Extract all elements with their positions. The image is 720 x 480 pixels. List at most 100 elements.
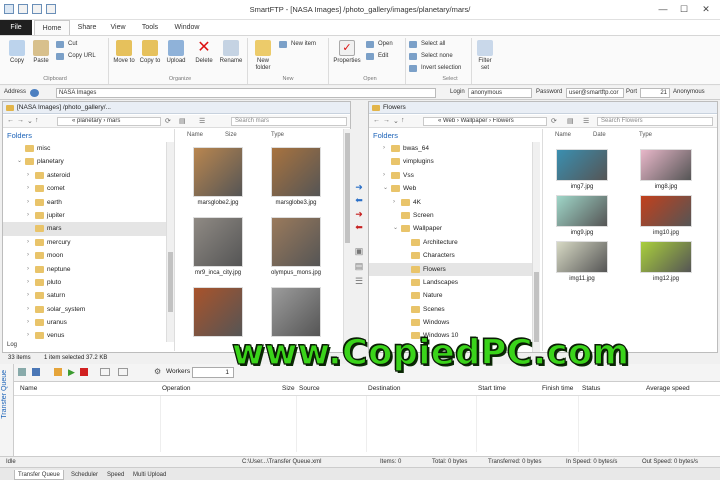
tree-expander-icon[interactable]: ⌄: [17, 155, 22, 168]
tree-item[interactable]: › moon: [3, 249, 171, 262]
maximize-icon[interactable]: ☐: [677, 2, 691, 16]
tree-item[interactable]: › uranus: [3, 316, 171, 329]
save-icon[interactable]: [32, 368, 40, 376]
tab-tools[interactable]: Tools: [134, 20, 166, 35]
settings-icon[interactable]: [118, 368, 128, 376]
tree-item[interactable]: › saturn: [3, 289, 171, 302]
remote-path-input[interactable]: « planetary › mars: [57, 117, 161, 126]
tree-expander-icon[interactable]: ›: [27, 329, 29, 342]
queue-col-finish-time[interactable]: Finish time: [542, 385, 573, 392]
refresh-icon[interactable]: ⟳: [165, 117, 171, 125]
queue-col-name[interactable]: Name: [20, 385, 37, 392]
view-options-icon[interactable]: ☰: [583, 117, 589, 125]
file-thumbnail[interactable]: mr9_inca_city.jpg: [181, 217, 255, 277]
tree-item[interactable]: › 4K: [369, 196, 537, 209]
address-input[interactable]: NASA Images: [56, 88, 436, 98]
tree-item[interactable]: Architecture: [369, 236, 537, 249]
tree-item[interactable]: Screen: [369, 209, 537, 222]
file-thumbnail[interactable]: [181, 287, 255, 339]
transfer-right-arrow-icon[interactable]: ➜: [353, 183, 365, 192]
transfer-left-arrow-icon[interactable]: ⬅: [353, 196, 365, 205]
tree-scrollbar[interactable]: [532, 142, 540, 352]
start-icon[interactable]: ▶: [68, 367, 75, 378]
tree-item[interactable]: › mercury: [3, 236, 171, 249]
file-thumbnail[interactable]: marsglobe2.jpg: [181, 147, 255, 207]
properties-button[interactable]: ✓ Properties: [331, 40, 363, 65]
mode-select[interactable]: Anonymous: [673, 89, 705, 95]
transfer-right-red-icon[interactable]: ➜: [353, 210, 365, 219]
schedule-icon[interactable]: [100, 368, 110, 376]
remote-search-input[interactable]: Search mars: [231, 117, 347, 126]
copy-url-button[interactable]: Copy URL: [56, 51, 96, 61]
file-thumbnail[interactable]: olympus_mons.jpg: [259, 217, 333, 277]
tree-item[interactable]: › bwas_64: [369, 142, 537, 155]
tree-expander-icon[interactable]: ›: [383, 142, 385, 155]
queue-menu-icon[interactable]: [18, 368, 26, 376]
tree-item[interactable]: › asteroid: [3, 169, 171, 182]
column-header[interactable]: Type: [271, 132, 284, 138]
tree-item[interactable]: misc: [3, 142, 171, 155]
file-scrollbar[interactable]: [343, 129, 351, 351]
up-arrow-icon[interactable]: ↑: [35, 117, 39, 124]
forward-arrow-icon[interactable]: →: [383, 117, 390, 124]
tab-view[interactable]: View: [104, 20, 132, 35]
tree-item[interactable]: vimplugins: [369, 155, 537, 168]
tree-expander-icon[interactable]: ›: [27, 209, 29, 222]
column-header[interactable]: Size: [225, 132, 237, 138]
login-input[interactable]: anonymous: [468, 88, 532, 98]
tree-expander-icon[interactable]: ›: [27, 316, 29, 329]
up-arrow-icon[interactable]: ↑: [401, 117, 405, 124]
column-header[interactable]: Name: [555, 132, 571, 138]
tree-item[interactable]: Characters: [369, 249, 537, 262]
tree-item[interactable]: ⌄ Web: [369, 182, 537, 195]
tree-item[interactable]: ⌄ planetary: [3, 155, 171, 168]
sync-icon[interactable]: ☰: [353, 277, 365, 286]
compare-icon[interactable]: ▤: [353, 262, 365, 271]
select-all-button[interactable]: Select all: [409, 39, 445, 49]
paste-button[interactable]: Paste: [30, 40, 52, 65]
tab-share[interactable]: Share: [72, 20, 102, 35]
close-icon[interactable]: ✕: [699, 2, 713, 16]
tab-speed[interactable]: Speed: [104, 470, 127, 480]
tree-item[interactable]: ⌄ Wallpaper: [369, 222, 537, 235]
view-options-icon[interactable]: ☰: [199, 117, 205, 125]
workers-input[interactable]: 1: [192, 367, 234, 378]
copy-button[interactable]: Copy: [6, 40, 28, 65]
column-header[interactable]: Date: [593, 132, 606, 138]
local-path-input[interactable]: « Web › Wallpaper › Flowers: [423, 117, 547, 126]
chevron-down-icon[interactable]: ⌄: [393, 117, 399, 125]
stop-icon[interactable]: [80, 368, 88, 376]
tab-file[interactable]: File: [0, 20, 32, 35]
filter-set-button[interactable]: Filter set: [474, 40, 496, 72]
tab-home[interactable]: Home: [34, 20, 70, 35]
new-item-button[interactable]: New item: [279, 39, 316, 49]
tree-expander-icon[interactable]: ›: [27, 236, 29, 249]
tree-item[interactable]: Windows: [369, 316, 537, 329]
file-thumbnail[interactable]: [259, 287, 333, 339]
tree-expander-icon[interactable]: ›: [27, 289, 29, 302]
queue-col-start-time[interactable]: Start time: [478, 385, 506, 392]
queue-col-operation[interactable]: Operation: [162, 385, 191, 392]
tree-expander-icon[interactable]: ›: [27, 182, 29, 195]
local-search-input[interactable]: Search Flowers: [597, 117, 713, 126]
password-input[interactable]: user@smartftp.cor: [566, 88, 624, 98]
tree-expander-icon[interactable]: ›: [27, 249, 29, 262]
tree-item[interactable]: Landscapes: [369, 276, 537, 289]
folder-icon[interactable]: [54, 368, 62, 376]
minimize-icon[interactable]: —: [656, 2, 670, 16]
scrollbar-thumb[interactable]: [345, 133, 350, 243]
edit-button[interactable]: Edit: [366, 51, 388, 61]
move-to-button[interactable]: Move to: [112, 40, 136, 65]
folder-view-icon[interactable]: ▤: [567, 117, 574, 125]
open-button[interactable]: Open: [366, 39, 393, 49]
tree-item[interactable]: › earth: [3, 196, 171, 209]
tab-scheduler[interactable]: Scheduler: [68, 470, 101, 480]
folder-view-icon[interactable]: ▤: [179, 117, 186, 125]
tree-expander-icon[interactable]: ›: [27, 276, 29, 289]
tree-expander-icon[interactable]: ›: [27, 196, 29, 209]
tree-expander-icon[interactable]: ›: [27, 169, 29, 182]
cut-button[interactable]: Cut: [56, 39, 77, 49]
scrollbar-thumb[interactable]: [534, 272, 539, 342]
transfer-left-red-icon[interactable]: ⬅: [353, 223, 365, 232]
column-header[interactable]: Name: [187, 132, 203, 138]
